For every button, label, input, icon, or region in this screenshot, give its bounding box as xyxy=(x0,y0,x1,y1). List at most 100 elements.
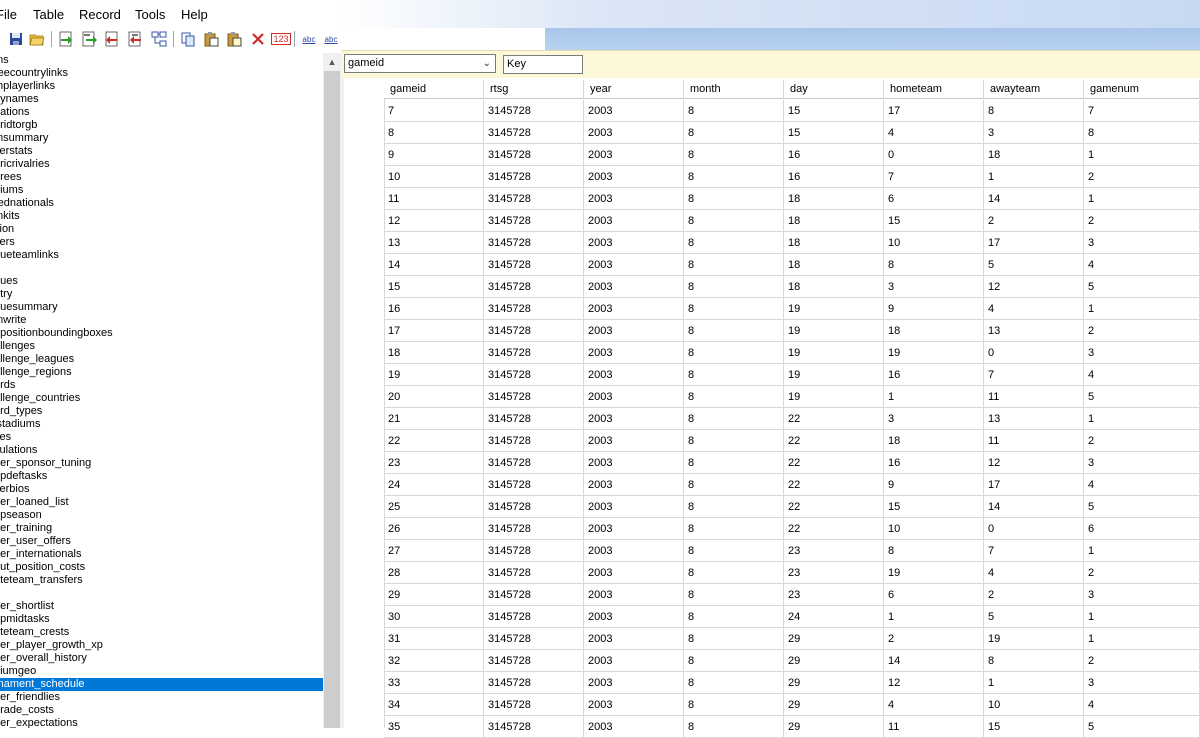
cell-day[interactable]: 23 xyxy=(784,584,884,606)
cell-rtsg[interactable]: 3145728 xyxy=(484,628,584,650)
cell-gamenum[interactable]: 1 xyxy=(1084,606,1200,628)
table-row[interactable]: 7 3145728 2003 8 15 17 8 7 xyxy=(384,100,1200,122)
cell-awayteam[interactable]: 8 xyxy=(984,650,1084,672)
key-search-input[interactable]: Key xyxy=(503,55,583,74)
cell-day[interactable]: 29 xyxy=(784,672,884,694)
cell-rtsg[interactable]: 3145728 xyxy=(484,496,584,518)
cell-awayteam[interactable]: 18 xyxy=(984,144,1084,166)
cell-year[interactable]: 2003 xyxy=(584,496,684,518)
cell-month[interactable]: 8 xyxy=(684,452,784,474)
cell-gamenum[interactable]: 5 xyxy=(1084,496,1200,518)
cell-day[interactable]: 18 xyxy=(784,254,884,276)
table-list-item[interactable]: opmidtasks xyxy=(0,613,323,626)
table-list-item[interactable]: eer_expectations xyxy=(0,717,323,728)
cell-year[interactable]: 2003 xyxy=(584,188,684,210)
cell-gamenum[interactable]: 3 xyxy=(1084,342,1200,364)
table-row[interactable]: 32 3145728 2003 8 29 14 8 2 xyxy=(384,650,1200,672)
table-list-item[interactable]: ateteam_transfers xyxy=(0,574,323,587)
cell-year[interactable]: 2003 xyxy=(584,364,684,386)
cell-day[interactable]: 29 xyxy=(784,694,884,716)
table-list-item[interactable]: mwrite xyxy=(0,314,323,327)
cell-hometeam[interactable]: 19 xyxy=(884,342,984,364)
column-header-month[interactable]: month xyxy=(684,80,784,99)
table-list-item[interactable]: mkits xyxy=(0,210,323,223)
cell-gamenum[interactable]: 1 xyxy=(1084,628,1200,650)
table-row[interactable]: 19 3145728 2003 8 19 16 7 4 xyxy=(384,364,1200,386)
cell-gamenum[interactable]: 2 xyxy=(1084,210,1200,232)
table-list-item[interactable]: ms xyxy=(0,54,323,67)
cell-gameid[interactable]: 13 xyxy=(384,232,484,254)
cell-gameid[interactable]: 10 xyxy=(384,166,484,188)
clear-icon[interactable] xyxy=(250,31,266,47)
cell-day[interactable]: 29 xyxy=(784,628,884,650)
cell-day[interactable]: 22 xyxy=(784,518,884,540)
cell-rtsg[interactable]: 3145728 xyxy=(484,276,584,298)
cell-rtsg[interactable]: 3145728 xyxy=(484,518,584,540)
table-row[interactable]: 21 3145728 2003 8 22 3 13 1 xyxy=(384,408,1200,430)
cell-year[interactable]: 2003 xyxy=(584,320,684,342)
cell-rtsg[interactable]: 3145728 xyxy=(484,100,584,122)
cell-rtsg[interactable]: 3145728 xyxy=(484,650,584,672)
cell-day[interactable]: 19 xyxy=(784,342,884,364)
cell-gamenum[interactable]: 2 xyxy=(1084,166,1200,188)
cell-hometeam[interactable]: 4 xyxy=(884,694,984,716)
table-list-item[interactable]: eynames xyxy=(0,93,323,106)
table-list-item[interactable]: lstadiums xyxy=(0,418,323,431)
cell-hometeam[interactable]: 3 xyxy=(884,276,984,298)
cell-awayteam[interactable]: 3 xyxy=(984,122,1084,144)
cell-awayteam[interactable]: 13 xyxy=(984,320,1084,342)
cell-hometeam[interactable]: 12 xyxy=(884,672,984,694)
insert-record-icon[interactable] xyxy=(127,31,143,47)
table-list-item[interactable]: nations xyxy=(0,106,323,119)
cell-year[interactable]: 2003 xyxy=(584,452,684,474)
table-row[interactable]: 14 3145728 2003 8 18 8 5 4 xyxy=(384,254,1200,276)
cell-gamenum[interactable]: 4 xyxy=(1084,254,1200,276)
cell-gameid[interactable]: 16 xyxy=(384,298,484,320)
cell-hometeam[interactable]: 8 xyxy=(884,540,984,562)
table-list-item[interactable]: erees xyxy=(0,171,323,184)
cell-day[interactable]: 22 xyxy=(784,430,884,452)
spellcheck-all-icon[interactable]: abc xyxy=(322,31,340,47)
table-list-item[interactable]: reecountrylinks xyxy=(0,67,323,80)
cell-gamenum[interactable]: 4 xyxy=(1084,694,1200,716)
cell-awayteam[interactable]: 4 xyxy=(984,562,1084,584)
cell-awayteam[interactable]: 5 xyxy=(984,254,1084,276)
table-list-item[interactable] xyxy=(0,587,323,600)
cell-year[interactable]: 2003 xyxy=(584,210,684,232)
cell-hometeam[interactable]: 8 xyxy=(884,254,984,276)
cell-day[interactable]: 15 xyxy=(784,100,884,122)
cell-hometeam[interactable]: 7 xyxy=(884,166,984,188)
table-list-item[interactable]: eer_friendlies xyxy=(0,691,323,704)
cell-month[interactable]: 8 xyxy=(684,144,784,166)
cell-month[interactable]: 8 xyxy=(684,430,784,452)
cell-awayteam[interactable]: 14 xyxy=(984,496,1084,518)
table-row[interactable]: 13 3145728 2003 8 18 10 17 3 xyxy=(384,232,1200,254)
cell-month[interactable]: 8 xyxy=(684,210,784,232)
cell-gamenum[interactable]: 1 xyxy=(1084,408,1200,430)
table-row[interactable]: 12 3145728 2003 8 18 15 2 2 xyxy=(384,210,1200,232)
cell-hometeam[interactable]: 9 xyxy=(884,474,984,496)
cell-awayteam[interactable]: 14 xyxy=(984,188,1084,210)
cell-year[interactable]: 2003 xyxy=(584,672,684,694)
cell-day[interactable]: 16 xyxy=(784,166,884,188)
table-row[interactable]: 9 3145728 2003 8 16 0 18 1 xyxy=(384,144,1200,166)
table-row[interactable]: 11 3145728 2003 8 18 6 14 1 xyxy=(384,188,1200,210)
table-list-item[interactable]: out_position_costs xyxy=(0,561,323,574)
table-row[interactable]: 23 3145728 2003 8 22 16 12 3 xyxy=(384,452,1200,474)
cell-hometeam[interactable]: 4 xyxy=(884,122,984,144)
table-list-item[interactable]: eer_training xyxy=(0,522,323,535)
cell-rtsg[interactable]: 3145728 xyxy=(484,232,584,254)
column-header-awayteam[interactable]: awayteam xyxy=(984,80,1084,99)
cell-hometeam[interactable]: 6 xyxy=(884,584,984,606)
cell-gamenum[interactable]: 1 xyxy=(1084,298,1200,320)
cell-awayteam[interactable]: 2 xyxy=(984,210,1084,232)
cell-awayteam[interactable]: 4 xyxy=(984,298,1084,320)
table-row[interactable]: 15 3145728 2003 8 18 3 12 5 xyxy=(384,276,1200,298)
cell-year[interactable]: 2003 xyxy=(584,518,684,540)
cell-gamenum[interactable]: 3 xyxy=(1084,452,1200,474)
table-row[interactable]: 27 3145728 2003 8 23 8 7 1 xyxy=(384,540,1200,562)
cell-gamenum[interactable]: 1 xyxy=(1084,144,1200,166)
cell-awayteam[interactable]: 11 xyxy=(984,386,1084,408)
cell-rtsg[interactable]: 3145728 xyxy=(484,606,584,628)
cell-month[interactable]: 8 xyxy=(684,518,784,540)
